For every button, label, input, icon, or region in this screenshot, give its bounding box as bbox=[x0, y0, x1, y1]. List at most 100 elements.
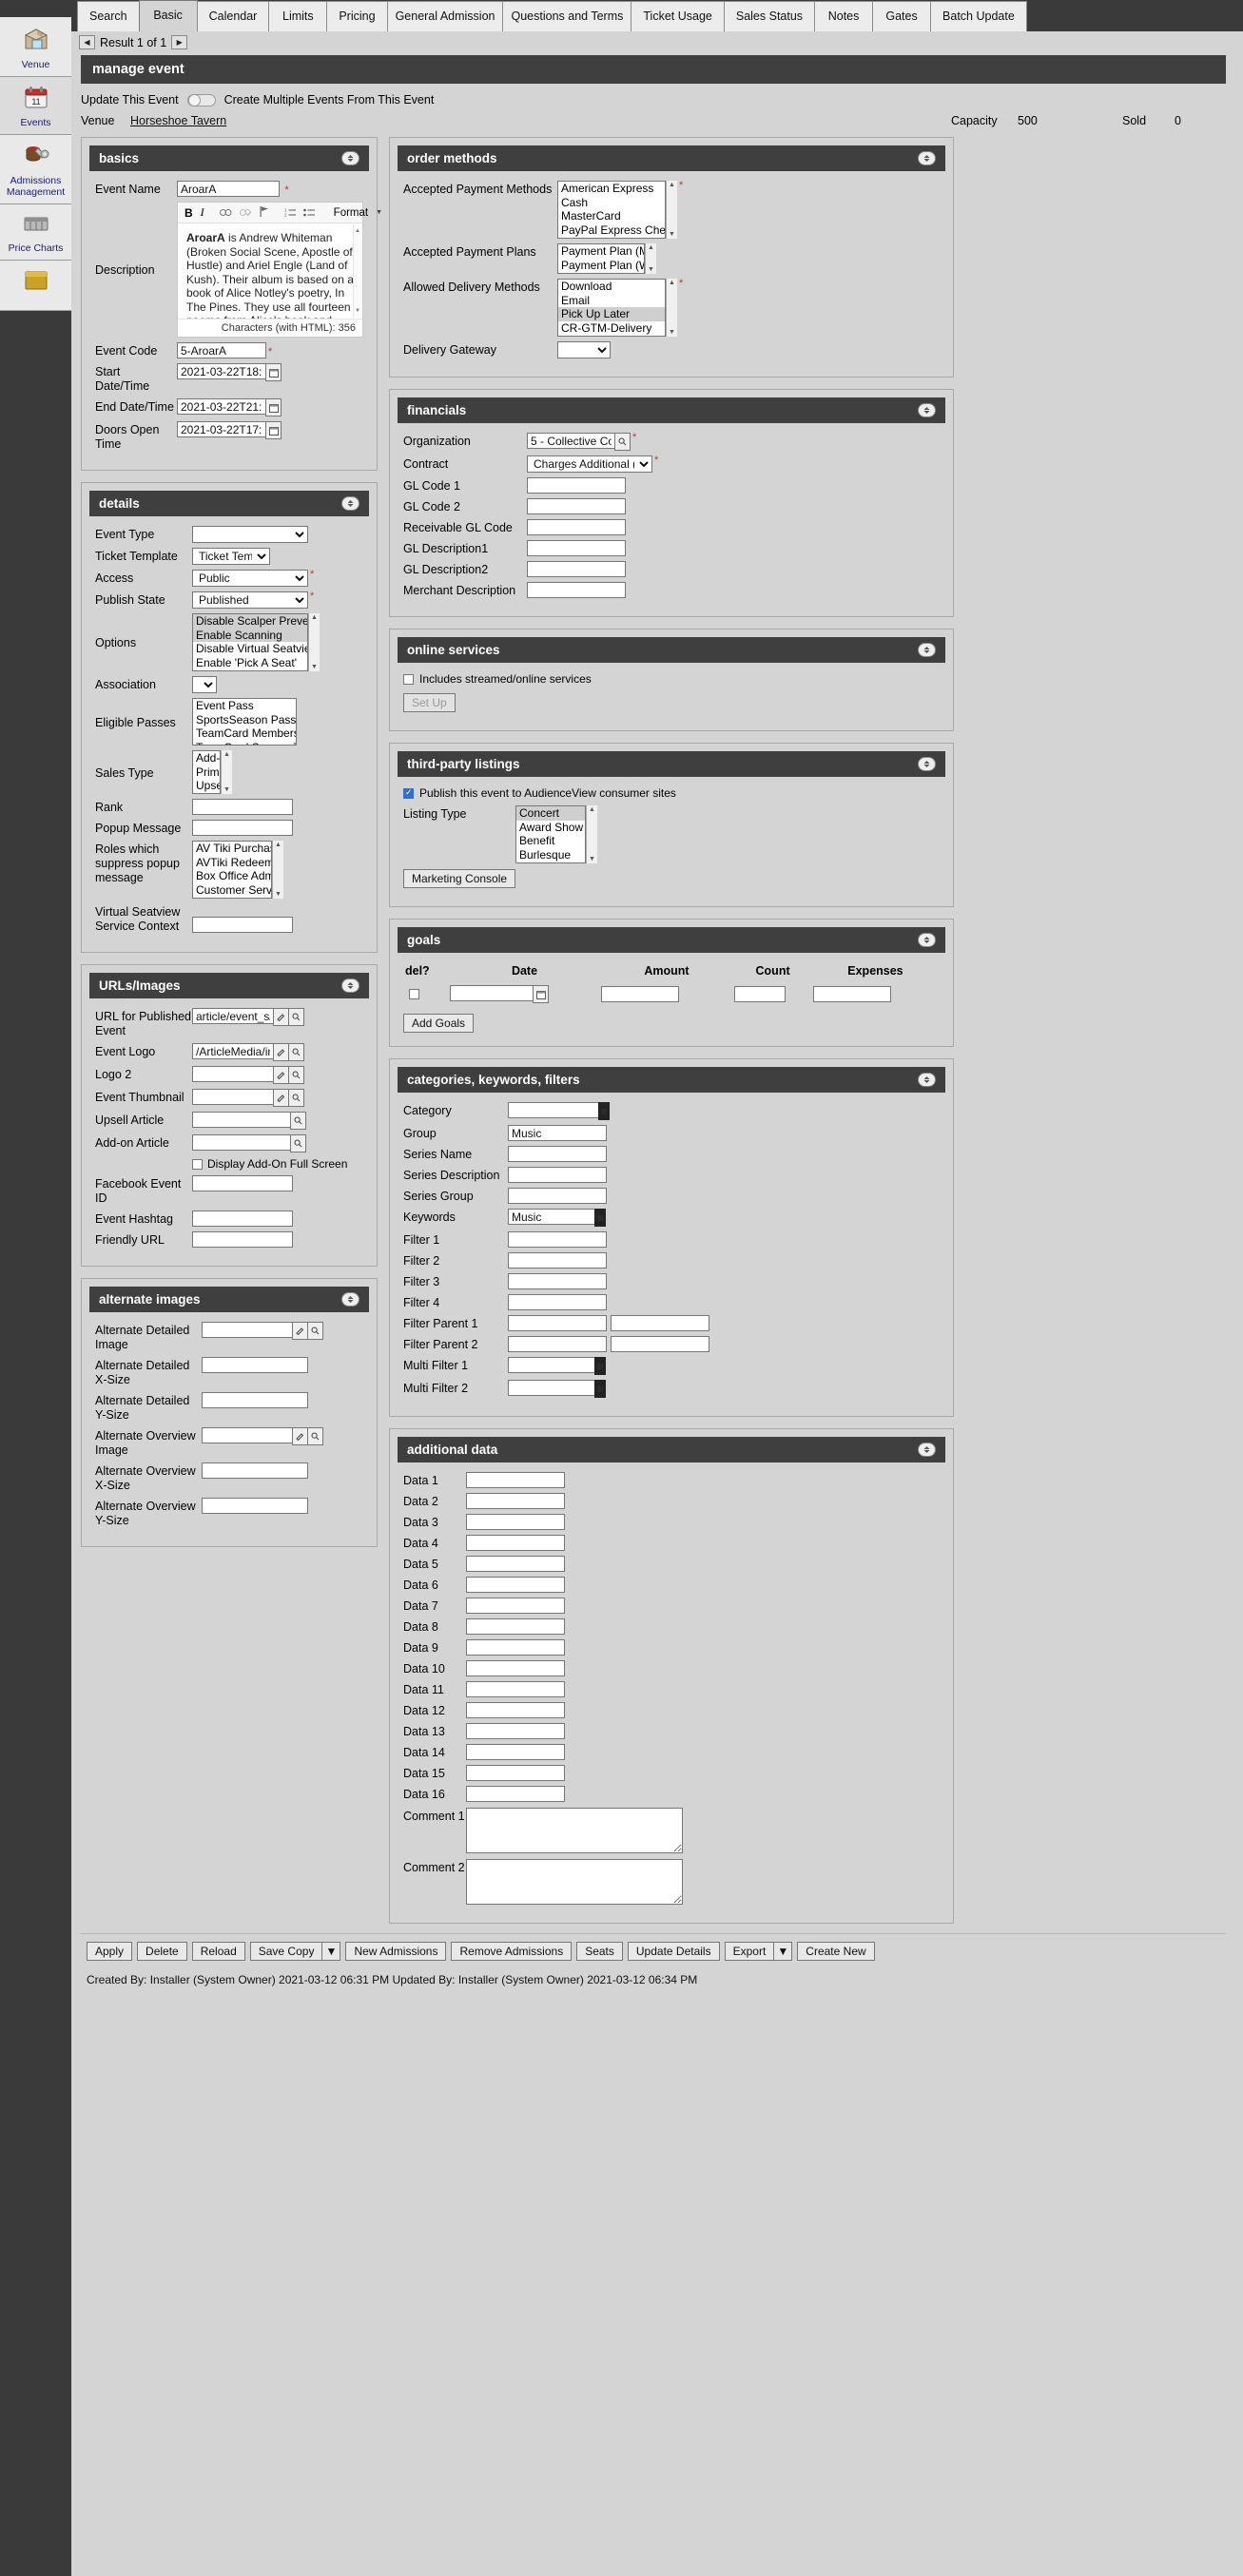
filter-2-input[interactable] bbox=[508, 1252, 607, 1269]
delivery-methods-listbox[interactable]: Download Email Pick Up Later CR-GTM-Deli… bbox=[557, 279, 677, 337]
list-item[interactable]: Cash bbox=[558, 196, 665, 210]
event-code-input[interactable] bbox=[177, 342, 266, 358]
update-details-button[interactable]: Update Details bbox=[627, 1942, 720, 1961]
set-up-button[interactable]: Set Up bbox=[403, 693, 456, 712]
unlink-icon[interactable] bbox=[239, 206, 252, 220]
list-item[interactable]: Payment Plan (Monthly) bbox=[558, 244, 644, 259]
tab-calendar[interactable]: Calendar bbox=[196, 1, 270, 31]
bold-icon[interactable]: B bbox=[185, 206, 193, 220]
data-4-input[interactable] bbox=[466, 1535, 565, 1551]
list-item[interactable]: AV Tiki Purchase bbox=[193, 842, 271, 856]
list-item[interactable]: American Express bbox=[558, 182, 665, 196]
list-item[interactable]: Award Show bbox=[516, 821, 585, 835]
keywords-picker-icon[interactable] bbox=[594, 1209, 606, 1227]
calendar-picker-icon[interactable] bbox=[265, 398, 282, 416]
list-item[interactable]: Group Sales bbox=[193, 897, 271, 898]
goal-date-input[interactable] bbox=[450, 985, 534, 1001]
marketing-console-button[interactable]: Marketing Console bbox=[403, 869, 516, 888]
collapse-icon[interactable] bbox=[918, 403, 936, 417]
category-input[interactable] bbox=[508, 1102, 599, 1118]
tab-pricing[interactable]: Pricing bbox=[326, 1, 388, 31]
edit-icon[interactable] bbox=[273, 1008, 289, 1026]
facebook-event-id-input[interactable] bbox=[192, 1175, 293, 1191]
search-icon[interactable] bbox=[614, 433, 631, 451]
editor-scrollbar[interactable]: ▲ ▼ bbox=[353, 224, 361, 318]
goal-count-input[interactable] bbox=[734, 986, 787, 1002]
publish-consumer-sites-checkbox[interactable] bbox=[403, 787, 414, 799]
list-item[interactable]: Primary bbox=[193, 765, 220, 780]
list-item[interactable]: Burlesque bbox=[516, 848, 585, 862]
seats-button[interactable]: Seats bbox=[576, 1942, 623, 1961]
goal-amount-input[interactable] bbox=[600, 986, 679, 1002]
sidebar-item-reports[interactable] bbox=[0, 261, 71, 312]
list-item[interactable]: Pick Up Later bbox=[558, 307, 665, 321]
gl-description-2-input[interactable] bbox=[527, 561, 626, 577]
list-item[interactable]: SportsSeason Pass bbox=[193, 713, 296, 727]
list-item[interactable]: Disable Scalper Prevention bbox=[193, 614, 307, 629]
listing-type-scrollbar[interactable]: ▲ ▼ bbox=[586, 805, 597, 863]
merchant-description-input[interactable] bbox=[527, 582, 626, 598]
delivery-gateway-select[interactable] bbox=[557, 341, 611, 358]
list-item[interactable]: PayPal Express Checkout bbox=[558, 223, 665, 238]
edit-icon[interactable] bbox=[273, 1043, 289, 1061]
contract-select[interactable]: Charges Additional (on top of price) bbox=[527, 455, 652, 473]
list-item[interactable]: Add-On bbox=[193, 751, 220, 765]
goal-expenses-input[interactable] bbox=[812, 986, 891, 1002]
list-item[interactable]: Cabaret bbox=[516, 862, 585, 863]
sales-type-listbox[interactable]: Add-On Primary Upsell ▲▼ bbox=[192, 750, 232, 794]
prev-result-button[interactable]: ◀ bbox=[79, 35, 95, 49]
delete-button[interactable]: Delete bbox=[137, 1942, 187, 1961]
list-item[interactable]: Visa bbox=[558, 237, 665, 238]
data-11-input[interactable] bbox=[466, 1681, 565, 1697]
comment-2-textarea[interactable] bbox=[466, 1859, 683, 1905]
streamed-services-checkbox[interactable] bbox=[403, 673, 414, 685]
data-8-input[interactable] bbox=[466, 1618, 565, 1635]
data-9-input[interactable] bbox=[466, 1639, 565, 1656]
filter-1-input[interactable] bbox=[508, 1231, 607, 1248]
reload-button[interactable]: Reload bbox=[191, 1942, 245, 1961]
alt-overview-x-input[interactable] bbox=[202, 1462, 308, 1479]
save-copy-split-button[interactable]: Save Copy ▼ bbox=[249, 1942, 341, 1961]
list-item[interactable]: Courier bbox=[558, 335, 665, 336]
goal-delete-checkbox[interactable] bbox=[409, 988, 419, 999]
collapse-icon[interactable] bbox=[918, 757, 936, 771]
description-body[interactable]: AroarA is Andrew Whiteman (Broken Social… bbox=[178, 223, 362, 319]
list-item[interactable]: Upsell bbox=[193, 779, 220, 793]
eligible-passes-listbox[interactable]: Event Pass SportsSeason Pass TeamCard Me… bbox=[192, 698, 297, 746]
data-6-input[interactable] bbox=[466, 1577, 565, 1593]
list-item[interactable]: Box Office Administrator bbox=[193, 869, 271, 883]
list-item[interactable]: Customer Service bbox=[193, 883, 271, 898]
ticket-template-select[interactable]: Ticket Template bbox=[192, 548, 270, 565]
filter-4-input[interactable] bbox=[508, 1294, 607, 1310]
list-item[interactable]: TeamCard Season Ticket Card bbox=[193, 741, 296, 746]
export-dropdown-icon[interactable]: ▼ bbox=[773, 1942, 793, 1961]
list-item[interactable]: MasterCard bbox=[558, 209, 665, 223]
filter-3-input[interactable] bbox=[508, 1273, 607, 1289]
list-item[interactable]: Benefit bbox=[516, 834, 585, 848]
venue-link[interactable]: Horseshoe Tavern bbox=[130, 114, 232, 127]
event-mode-toggle[interactable] bbox=[186, 93, 216, 107]
alt-detailed-image-input[interactable] bbox=[202, 1322, 293, 1338]
payment-plans-scrollbar[interactable]: ▲ ▼ bbox=[645, 243, 656, 274]
search-icon[interactable] bbox=[290, 1112, 306, 1130]
link-icon[interactable] bbox=[219, 206, 232, 220]
save-copy-dropdown-icon[interactable]: ▼ bbox=[321, 1942, 341, 1961]
remove-admissions-button[interactable]: Remove Admissions bbox=[451, 1942, 573, 1961]
series-name-input[interactable] bbox=[508, 1146, 607, 1162]
anchor-flag-icon[interactable] bbox=[260, 205, 269, 220]
multi-filter-2-input[interactable] bbox=[508, 1380, 595, 1396]
roles-listbox[interactable]: AV Tiki Purchase AVTiki Redeem Box Offic… bbox=[192, 841, 283, 899]
data-16-input[interactable] bbox=[466, 1786, 565, 1802]
group-input[interactable] bbox=[508, 1125, 607, 1141]
display-addon-fullscreen-checkbox[interactable] bbox=[192, 1158, 203, 1170]
data-10-input[interactable] bbox=[466, 1660, 565, 1676]
payment-plans-listbox[interactable]: Payment Plan (Monthly) Payment Plan (Wee… bbox=[557, 243, 656, 274]
search-icon[interactable] bbox=[288, 1043, 304, 1061]
tab-ticket-usage[interactable]: Ticket Usage bbox=[631, 1, 725, 31]
payment-methods-listbox[interactable]: American Express Cash MasterCard PayPal … bbox=[557, 181, 677, 239]
delivery-methods-scrollbar[interactable]: ▲ ▼ bbox=[666, 279, 677, 337]
sales-type-scrollbar[interactable]: ▲ ▼ bbox=[221, 750, 232, 794]
calendar-picker-icon[interactable] bbox=[265, 363, 282, 381]
calendar-picker-icon[interactable] bbox=[533, 985, 550, 1003]
data-2-input[interactable] bbox=[466, 1493, 565, 1509]
